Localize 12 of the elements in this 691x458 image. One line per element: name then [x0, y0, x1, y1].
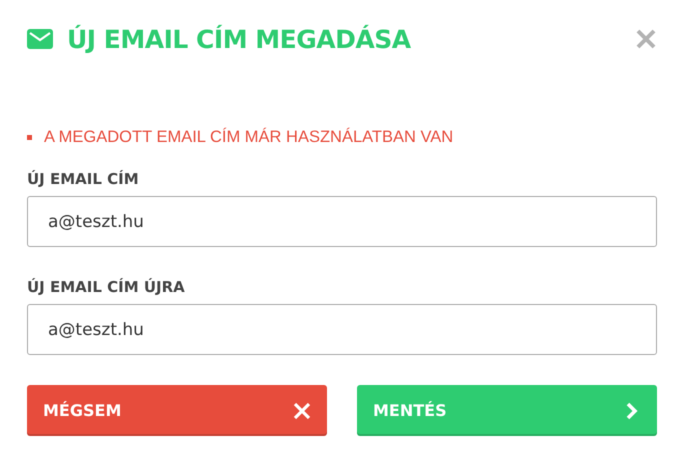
- close-icon: [293, 402, 311, 420]
- error-message: A MEGADOTT EMAIL CÍM MÁR HASZNÁLATBAN VAN: [44, 128, 454, 147]
- close-button[interactable]: [635, 28, 657, 50]
- envelope-icon: [27, 29, 53, 49]
- dialog-title: ÚJ EMAIL CÍM MEGADÁSA: [67, 24, 412, 54]
- cancel-button[interactable]: MÉGSEM: [27, 385, 327, 436]
- email-field[interactable]: a@teszt.hu: [27, 304, 657, 355]
- email-field[interactable]: a@teszt.hu: [27, 196, 657, 247]
- bullet-icon: [27, 135, 32, 140]
- close-icon: [635, 28, 657, 50]
- field-label: ÚJ EMAIL CÍM ÚJRA: [27, 278, 186, 296]
- field-label: ÚJ EMAIL CÍM: [27, 170, 140, 188]
